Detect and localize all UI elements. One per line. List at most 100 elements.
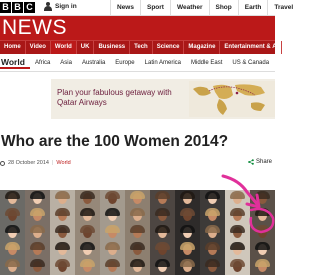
portrait-thumbnail[interactable] <box>200 190 225 207</box>
section-science[interactable]: Science <box>153 41 185 54</box>
subnav-asia[interactable]: Asia <box>55 60 77 66</box>
portrait-thumbnail[interactable] <box>125 224 150 241</box>
portrait-thumbnail[interactable] <box>225 207 250 224</box>
portrait-thumbnail[interactable] <box>150 258 175 275</box>
portrait-thumbnail[interactable] <box>175 207 200 224</box>
portrait-thumbnail[interactable] <box>75 241 100 258</box>
section-business[interactable]: Business <box>94 41 131 54</box>
section-nav: Home Video World UK Business Tech Scienc… <box>0 40 282 54</box>
portrait-thumbnail[interactable] <box>100 241 125 258</box>
portrait-thumbnail[interactable] <box>100 224 125 241</box>
subnav-latin-america[interactable]: Latin America <box>140 60 186 66</box>
user-icon <box>44 2 52 11</box>
portrait-thumbnail[interactable] <box>100 258 125 275</box>
subnav-world[interactable]: World <box>0 57 30 69</box>
top-nav-travel[interactable]: Travel <box>267 0 299 15</box>
world-map-graphic <box>189 81 275 117</box>
portrait-thumbnail[interactable] <box>0 190 25 207</box>
clock-icon <box>0 160 5 166</box>
portrait-thumbnail[interactable] <box>250 224 275 241</box>
portrait-thumbnail[interactable] <box>200 258 225 275</box>
portrait-thumbnail[interactable] <box>25 224 50 241</box>
portrait-thumbnail[interactable] <box>75 207 100 224</box>
article-date: 28 October 2014 <box>8 160 49 166</box>
portrait-thumbnail[interactable] <box>250 207 275 224</box>
women-portrait-grid <box>0 190 275 275</box>
portrait-thumbnail[interactable] <box>175 224 200 241</box>
top-nav-sport[interactable]: Sport <box>139 0 170 15</box>
portrait-thumbnail[interactable] <box>250 241 275 258</box>
portrait-thumbnail[interactable] <box>50 241 75 258</box>
portrait-thumbnail[interactable] <box>150 207 175 224</box>
meta-separator: | <box>51 160 54 166</box>
share-icon <box>248 159 254 165</box>
advert-banner[interactable]: Plan your fabulous getaway with Qatar Ai… <box>51 79 275 119</box>
subnav-middle-east[interactable]: Middle East <box>186 60 227 66</box>
portrait-thumbnail[interactable] <box>0 258 25 275</box>
section-home[interactable]: Home <box>0 41 26 54</box>
portrait-thumbnail[interactable] <box>200 224 225 241</box>
portrait-thumbnail[interactable] <box>50 190 75 207</box>
portrait-thumbnail[interactable] <box>200 207 225 224</box>
bbc-logo-letter: B <box>12 2 23 13</box>
subnav-us-canada[interactable]: US & Canada <box>227 60 274 66</box>
portrait-thumbnail[interactable] <box>150 241 175 258</box>
advert-text: Plan your fabulous getaway with Qatar Ai… <box>57 88 172 107</box>
bbc-logo-letter: B <box>0 2 11 13</box>
section-entertainment[interactable]: Entertainment & A <box>220 41 282 54</box>
portrait-thumbnail[interactable] <box>100 207 125 224</box>
portrait-thumbnail[interactable] <box>225 224 250 241</box>
portrait-thumbnail[interactable] <box>225 241 250 258</box>
portrait-thumbnail[interactable] <box>75 224 100 241</box>
portrait-thumbnail[interactable] <box>150 224 175 241</box>
top-nav-shop[interactable]: Shop <box>208 0 238 15</box>
portrait-thumbnail[interactable] <box>225 258 250 275</box>
portrait-thumbnail[interactable] <box>75 190 100 207</box>
share-button[interactable]: Share <box>248 159 272 165</box>
section-world[interactable]: World <box>50 41 77 54</box>
portrait-thumbnail[interactable] <box>175 258 200 275</box>
portrait-thumbnail[interactable] <box>125 190 150 207</box>
portrait-thumbnail[interactable] <box>50 224 75 241</box>
portrait-thumbnail[interactable] <box>200 241 225 258</box>
portrait-thumbnail[interactable] <box>250 190 275 207</box>
portrait-thumbnail[interactable] <box>150 190 175 207</box>
portrait-thumbnail[interactable] <box>250 258 275 275</box>
portrait-thumbnail[interactable] <box>0 207 25 224</box>
bbc-logo[interactable]: B B C <box>0 2 35 13</box>
section-magazine[interactable]: Magazine <box>184 41 221 54</box>
article-meta: 28 October 2014 | World <box>0 160 71 166</box>
portrait-thumbnail[interactable] <box>25 190 50 207</box>
portrait-thumbnail[interactable] <box>0 224 25 241</box>
portrait-thumbnail[interactable] <box>0 241 25 258</box>
portrait-thumbnail[interactable] <box>125 241 150 258</box>
portrait-thumbnail[interactable] <box>75 258 100 275</box>
world-subnav: World Africa Asia Australia Europe Latin… <box>0 54 275 72</box>
bbc-logo-letter: C <box>24 2 35 13</box>
subnav-australia[interactable]: Australia <box>77 60 110 66</box>
portrait-thumbnail[interactable] <box>125 258 150 275</box>
portrait-thumbnail[interactable] <box>175 190 200 207</box>
subnav-africa[interactable]: Africa <box>30 60 55 66</box>
portrait-thumbnail[interactable] <box>225 190 250 207</box>
news-wordmark[interactable]: NEWS <box>2 17 67 39</box>
top-nav-weather[interactable]: Weather <box>169 0 209 15</box>
top-nav-earth[interactable]: Earth <box>237 0 268 15</box>
article-topic-link[interactable]: World <box>56 160 70 166</box>
section-video[interactable]: Video <box>26 41 51 54</box>
subnav-europe[interactable]: Europe <box>110 60 139 66</box>
top-nav-news[interactable]: News <box>110 0 140 15</box>
portrait-thumbnail[interactable] <box>25 241 50 258</box>
portrait-thumbnail[interactable] <box>175 241 200 258</box>
sign-in-link[interactable]: Sign in <box>44 2 77 11</box>
portrait-thumbnail[interactable] <box>50 258 75 275</box>
section-uk[interactable]: UK <box>77 41 95 54</box>
portrait-thumbnail[interactable] <box>25 258 50 275</box>
news-banner: NEWS <box>0 16 275 40</box>
section-tech[interactable]: Tech <box>130 41 153 54</box>
top-nav: News Sport Weather Shop Earth Travel <box>110 0 299 15</box>
portrait-thumbnail[interactable] <box>125 207 150 224</box>
portrait-thumbnail[interactable] <box>25 207 50 224</box>
portrait-thumbnail[interactable] <box>50 207 75 224</box>
portrait-thumbnail[interactable] <box>100 190 125 207</box>
